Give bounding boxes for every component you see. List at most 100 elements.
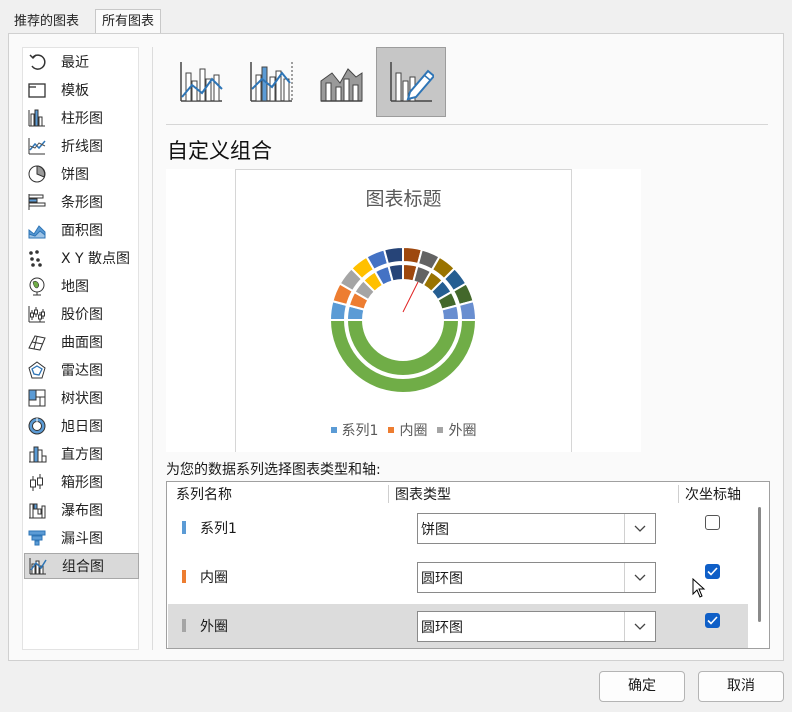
table-scrollbar[interactable] — [752, 505, 768, 647]
nav-item-label: 曲面图 — [61, 335, 103, 351]
nav-item-bar-chart[interactable]: 条形图 — [24, 189, 139, 215]
scatter-chart-icon — [26, 248, 48, 268]
series-row[interactable]: 外圈 圆环图 — [168, 604, 748, 648]
combo-chart-icon — [27, 556, 49, 576]
clustered-column-line-button[interactable] — [166, 47, 236, 117]
header-divider — [388, 485, 389, 503]
legend-swatch — [388, 427, 395, 433]
horizontal-divider — [166, 124, 768, 125]
template-icon — [26, 80, 48, 100]
ok-button[interactable]: 确定 — [599, 671, 685, 702]
donut-segment — [382, 245, 404, 266]
column-chart-icon — [26, 108, 48, 128]
series-color-marker — [182, 619, 186, 632]
secondary-axis-checkbox[interactable] — [705, 564, 720, 579]
chart-type-value: 圆环图 — [421, 571, 463, 587]
chevron-down-icon[interactable] — [624, 563, 655, 592]
nav-item-column-chart[interactable]: 柱形图 — [24, 105, 139, 131]
donut-chart — [328, 245, 478, 394]
header-divider — [678, 485, 679, 503]
chart-type-select[interactable]: 饼图 — [417, 513, 656, 544]
nav-item-radar-chart[interactable]: 雷达图 — [24, 357, 139, 383]
nav-item-label: 条形图 — [61, 195, 103, 211]
tab-all-charts[interactable]: 所有图表 — [95, 9, 162, 34]
nav-item-label: 饼图 — [61, 167, 89, 183]
clustered-column-line-icon — [180, 62, 223, 102]
nav-item-label: 组合图 — [62, 559, 104, 575]
nav-item-map-chart[interactable]: 地图 — [24, 273, 139, 299]
chart-type-select[interactable]: 圆环图 — [417, 611, 656, 642]
column-line-secondary-axis-button[interactable] — [236, 47, 306, 117]
clustered-column-line-secondary-axis-icon — [250, 62, 293, 102]
series-name: 内圈 — [200, 570, 228, 586]
series-row[interactable]: 内圈 圆环图 — [168, 555, 748, 599]
legend-item: 内圈 — [388, 420, 427, 440]
legend-label: 外圈 — [448, 423, 477, 439]
tab-recommended-charts[interactable]: 推荐的图表 — [8, 10, 85, 33]
series-table: 系列名称 图表类型 次坐标轴 系列1 饼图 内圈 圆环图 外圈 圆环图 — [166, 481, 770, 649]
donut-segment — [457, 299, 478, 321]
legend-label: 系列1 — [341, 423, 379, 439]
checkmark-icon — [707, 616, 718, 625]
legend-item: 系列1 — [330, 420, 379, 440]
nav-item-line-chart[interactable]: 折线图 — [24, 133, 139, 159]
sunburst-chart-icon — [26, 416, 48, 436]
radar-chart-icon — [26, 360, 48, 380]
box-whisker-chart-icon — [26, 472, 48, 492]
nav-item-label: 瀑布图 — [61, 503, 103, 519]
waterfall-chart-icon — [26, 500, 48, 520]
nav-item-surface-chart[interactable]: 曲面图 — [24, 329, 139, 355]
secondary-axis-checkbox[interactable] — [705, 515, 720, 530]
mouse-cursor-icon — [692, 578, 706, 598]
nav-item-combo-chart[interactable]: 组合图 — [24, 553, 139, 579]
nav-item-box-whisker-chart[interactable]: 箱形图 — [24, 469, 139, 495]
chevron-down-icon[interactable] — [624, 612, 655, 641]
chart-type-select[interactable]: 圆环图 — [417, 562, 656, 593]
chart-type-value: 饼图 — [421, 522, 449, 538]
nav-item-area-chart[interactable]: 面积图 — [24, 217, 139, 243]
secondary-axis-checkbox[interactable] — [705, 613, 720, 628]
nav-item-stock-chart[interactable]: 股价图 — [24, 301, 139, 327]
series-row[interactable]: 系列1 饼图 — [168, 506, 748, 550]
nav-item-label: 旭日图 — [61, 419, 103, 435]
pie-series-marker — [402, 281, 419, 313]
nav-item-label: 树状图 — [61, 391, 103, 407]
nav-item-label: X Y 散点图 — [61, 251, 131, 267]
legend-swatch — [437, 427, 444, 433]
nav-item-waterfall-chart[interactable]: 瀑布图 — [24, 497, 139, 523]
chart-type-value: 圆环图 — [421, 620, 463, 636]
funnel-chart-icon — [26, 528, 48, 548]
series-color-marker — [182, 521, 186, 534]
nav-item-label: 漏斗图 — [61, 531, 103, 547]
nav-item-label: 柱形图 — [61, 111, 103, 127]
series-name: 系列1 — [200, 521, 237, 537]
surface-chart-icon — [26, 332, 48, 352]
stock-chart-icon — [26, 304, 48, 324]
nav-item-scatter-chart[interactable]: X Y 散点图 — [24, 245, 139, 271]
nav-item-treemap-chart[interactable]: 树状图 — [24, 385, 139, 411]
tab-bar: 推荐的图表 所有图表 — [0, 0, 792, 34]
histogram-chart-icon — [26, 444, 48, 464]
series-instruction: 为您的数据系列选择图表类型和轴: — [166, 462, 381, 478]
nav-item-label: 折线图 — [61, 139, 103, 155]
area-chart-icon — [26, 220, 48, 240]
nav-item-template[interactable]: 模板 — [24, 77, 139, 103]
nav-item-pie-chart[interactable]: 饼图 — [24, 161, 139, 187]
legend-label: 内圈 — [399, 423, 428, 439]
nav-item-histogram-chart[interactable]: 直方图 — [24, 441, 139, 467]
scrollbar-thumb[interactable] — [758, 507, 761, 622]
map-chart-icon — [26, 276, 48, 296]
nav-item-funnel-chart[interactable]: 漏斗图 — [24, 525, 139, 551]
nav-item-recent[interactable]: 最近 — [24, 49, 139, 75]
checkmark-icon — [707, 567, 718, 576]
custom-combination-button[interactable] — [376, 47, 446, 117]
chevron-down-icon[interactable] — [624, 514, 655, 543]
cancel-button[interactable]: 取消 — [698, 671, 784, 702]
line-chart-icon — [26, 136, 48, 156]
nav-item-label: 雷达图 — [61, 363, 103, 379]
nav-item-sunburst-chart[interactable]: 旭日图 — [24, 413, 139, 439]
stacked-area-column-button[interactable] — [306, 47, 376, 117]
series-name: 外圈 — [200, 619, 228, 635]
series-color-marker — [182, 570, 186, 583]
bar-chart-icon — [26, 192, 48, 212]
